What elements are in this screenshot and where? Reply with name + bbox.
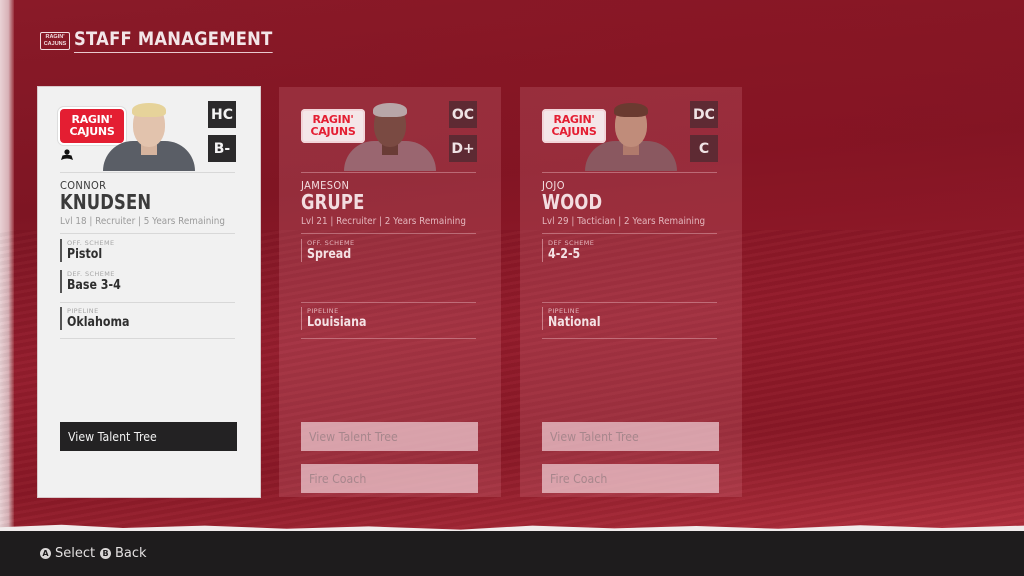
view-talent-tree-button[interactable]: View Talent Tree — [542, 422, 719, 451]
hint-back[interactable]: B Back — [100, 546, 147, 561]
field-label: OFF. SCHEME — [307, 239, 355, 247]
divider — [301, 233, 476, 234]
coach-last-name: WOOD — [542, 190, 603, 214]
field-off-scheme: OFF. SCHEME Spread — [301, 239, 359, 262]
button-label: Fire Coach — [309, 471, 367, 486]
field-label: DEF. SCHEME — [67, 270, 115, 278]
coach-meta: Lvl 29 | Tactician | 2 Years Remaining — [542, 216, 706, 227]
field-label: PIPELINE — [548, 307, 580, 315]
divider — [60, 172, 235, 173]
page-title: STAFF MANAGEMENT — [74, 28, 273, 53]
view-talent-tree-button[interactable]: View Talent Tree — [301, 422, 478, 451]
hint-select[interactable]: A Select — [40, 546, 95, 561]
divider — [542, 172, 717, 173]
divider — [301, 172, 476, 173]
fire-coach-button[interactable]: Fire Coach — [542, 464, 719, 493]
logo-line-1: RAGIN' — [45, 34, 65, 40]
a-button-icon: A — [40, 548, 51, 559]
divider — [542, 233, 717, 234]
coach-portrait — [344, 99, 436, 171]
coach-last-name: GRUPE — [301, 190, 365, 214]
button-label: Fire Coach — [550, 471, 608, 486]
page-header: RAGIN' CAJUNS STAFF MANAGEMENT — [40, 28, 305, 53]
divider — [301, 302, 476, 303]
coach-card-oc[interactable]: RAGIN' CAJUNS OC D+ JAMESON GRUPE Lvl 21… — [279, 87, 501, 497]
logo-line-2: CAJUNS — [43, 40, 67, 47]
coach-meta: Lvl 21 | Recruiter | 2 Years Remaining — [301, 216, 466, 227]
field-label: OFF. SCHEME — [67, 239, 115, 247]
field-label: PIPELINE — [307, 307, 339, 315]
divider — [60, 302, 235, 303]
field-def-scheme: DEF. SCHEME Base 3-4 — [60, 270, 130, 293]
user-controlled-icon — [61, 149, 73, 160]
grade-badge: C — [690, 135, 718, 162]
field-pipeline: PIPELINE Oklahoma — [60, 307, 140, 330]
field-label: PIPELINE — [67, 307, 99, 315]
button-hint-bar: A Select B Back — [0, 531, 1024, 576]
field-label: DEF SCHEME — [548, 239, 595, 247]
role-badge: OC — [449, 101, 477, 128]
field-value: 4-2-5 — [548, 247, 581, 262]
field-value: Pistol — [67, 247, 103, 262]
hint-label: Back — [115, 546, 147, 561]
field-def-scheme: DEF SCHEME 4-2-5 — [542, 239, 594, 262]
coach-portrait — [103, 99, 195, 171]
grade-badge: D+ — [449, 135, 477, 162]
button-label: View Talent Tree — [309, 429, 398, 444]
coach-meta: Lvl 18 | Recruiter | 5 Years Remaining — [60, 216, 225, 227]
button-label: View Talent Tree — [68, 429, 157, 444]
divider — [301, 338, 476, 339]
b-button-icon: B — [100, 548, 111, 559]
hint-label: Select — [55, 546, 96, 561]
field-off-scheme: OFF. SCHEME Pistol — [60, 239, 114, 262]
coach-last-name: KNUDSEN — [60, 190, 152, 214]
field-pipeline: PIPELINE National — [542, 307, 610, 330]
role-badge: HC — [208, 101, 236, 128]
coach-card-hc[interactable]: RAGIN' CAJUNS HC B- CONNOR KNUDSEN Lvl 1… — [38, 87, 260, 497]
grade-badge: B- — [208, 135, 236, 162]
divider — [542, 338, 717, 339]
field-pipeline: PIPELINE Louisiana — [301, 307, 377, 330]
divider — [60, 233, 235, 234]
coach-card-dc[interactable]: RAGIN' CAJUNS DC C JOJO WOOD Lvl 29 | Ta… — [520, 87, 742, 497]
field-value: Oklahoma — [67, 315, 130, 330]
coach-portrait — [585, 99, 677, 171]
team-logo-small: RAGIN' CAJUNS — [40, 31, 70, 50]
view-talent-tree-button[interactable]: View Talent Tree — [60, 422, 237, 451]
field-value: Spread — [307, 247, 352, 262]
role-badge: DC — [690, 101, 718, 128]
fire-coach-button[interactable]: Fire Coach — [301, 464, 478, 493]
button-label: View Talent Tree — [550, 429, 639, 444]
field-value: Louisiana — [307, 315, 367, 330]
field-value: National — [548, 315, 601, 330]
field-value: Base 3-4 — [67, 278, 121, 293]
divider — [60, 338, 235, 339]
divider — [542, 302, 717, 303]
